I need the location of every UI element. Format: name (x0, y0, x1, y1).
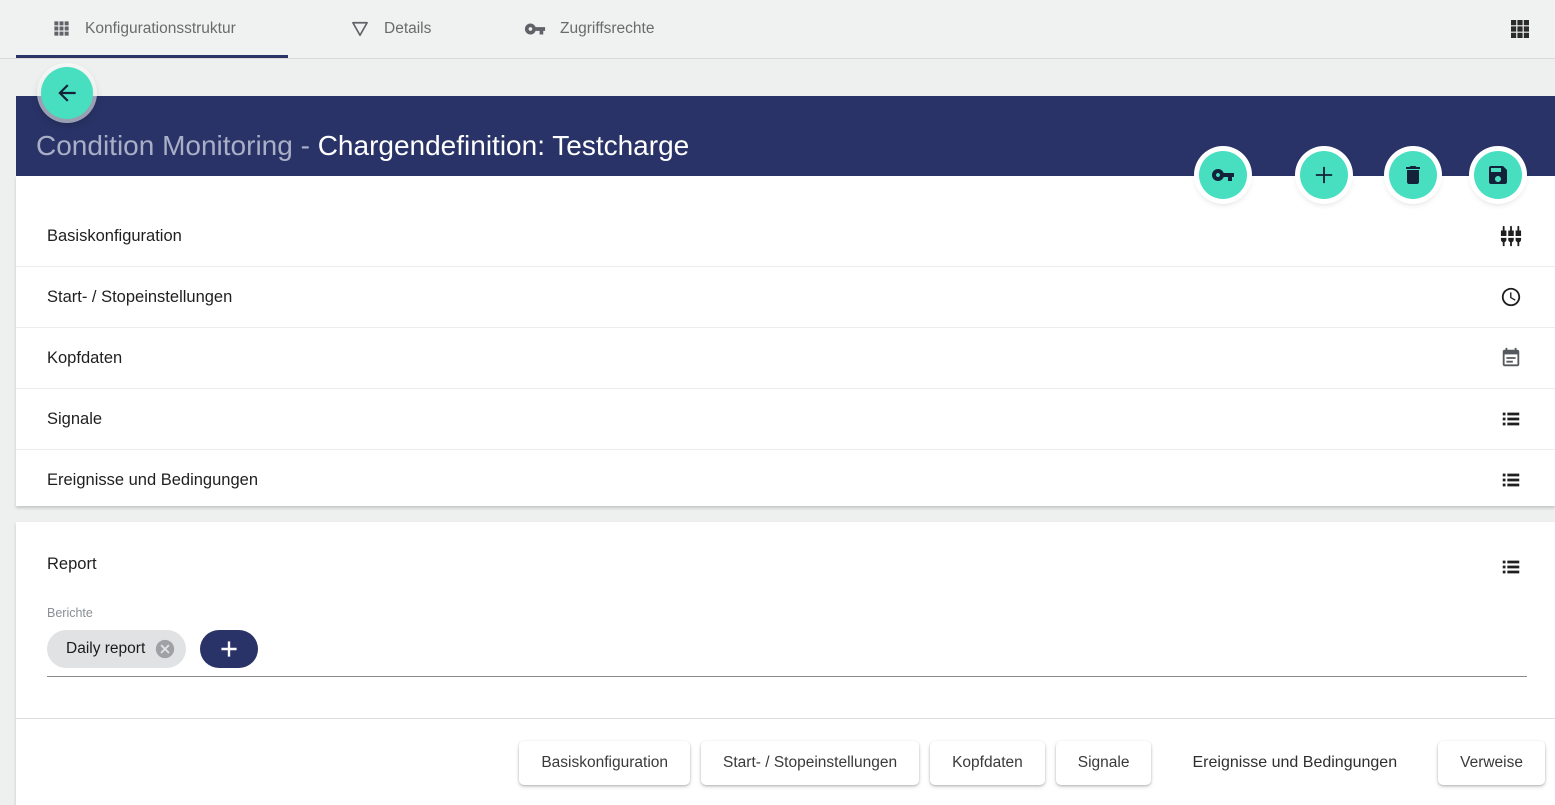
permissions-button[interactable] (1199, 151, 1247, 199)
report-chip-row: Daily report (47, 630, 258, 668)
report-header-row[interactable]: Report (16, 522, 1555, 592)
tab-konfigurationsstruktur[interactable]: Konfigurationsstruktur (52, 0, 236, 57)
add-button[interactable] (1300, 151, 1348, 199)
active-tab-indicator (16, 55, 288, 58)
list-item-basiskonfiguration[interactable]: Basiskonfiguration (16, 206, 1555, 267)
footer-button-kopfdaten[interactable]: Kopfdaten (930, 741, 1045, 785)
page-title-prefix: Condition Monitoring - (36, 130, 318, 161)
footer-button-start-stopeinstellungen[interactable]: Start- / Stopeinstellungen (701, 741, 919, 785)
list-item-ereignisse-und-bedingungen[interactable]: Ereignisse und Bedingungen (16, 450, 1555, 510)
save-icon (1486, 163, 1510, 187)
list-icon (1500, 408, 1522, 430)
grid-icon (52, 19, 71, 38)
back-button[interactable] (41, 67, 93, 119)
page-title: Condition Monitoring - Chargendefinition… (36, 130, 689, 162)
key-icon (524, 18, 546, 40)
footer-buttons: Basiskonfiguration Start- / Stopeinstell… (519, 741, 1545, 785)
add-report-button[interactable] (200, 630, 258, 668)
plus-icon (1310, 161, 1338, 189)
list-item-label: Signale (47, 410, 102, 429)
berichte-field-underline (47, 676, 1527, 677)
list-item-signale[interactable]: Signale (16, 389, 1555, 450)
footer-button-verweise[interactable]: Verweise (1438, 741, 1545, 785)
delete-button[interactable] (1389, 151, 1437, 199)
configuration-list: Basiskonfiguration Start- / Stopeinstell… (16, 206, 1555, 510)
footer-button-ereignisse-und-bedingungen[interactable]: Ereignisse und Bedingungen (1162, 741, 1427, 785)
list-item-start-stopeinstellungen[interactable]: Start- / Stopeinstellungen (16, 267, 1555, 328)
footer-button-basiskonfiguration[interactable]: Basiskonfiguration (519, 741, 690, 785)
filter-icon (350, 19, 370, 39)
tab-zugriffsrechte[interactable]: Zugriffsrechte (524, 0, 654, 57)
report-card: Report Berichte Daily report B (16, 522, 1555, 805)
berichte-field-label: Berichte (47, 606, 93, 620)
clock-icon (1500, 286, 1522, 308)
list-icon (1500, 556, 1522, 578)
report-title: Report (47, 555, 97, 574)
apps-grid-icon[interactable] (1508, 17, 1532, 41)
list-item-label: Basiskonfiguration (47, 227, 182, 246)
app-window: Konfigurationsstruktur Details Zugriffsr… (0, 0, 1555, 805)
calendar-note-icon (1500, 347, 1522, 369)
report-chip-daily-report[interactable]: Daily report (47, 630, 186, 668)
cancel-icon[interactable] (154, 638, 176, 660)
sliders-icon (1500, 225, 1522, 247)
list-item-label: Start- / Stopeinstellungen (47, 288, 232, 307)
tab-label: Zugriffsrechte (560, 20, 654, 38)
tab-label: Konfigurationsstruktur (85, 20, 236, 38)
chip-label: Daily report (66, 640, 145, 658)
footer-bar: Basiskonfiguration Start- / Stopeinstell… (16, 718, 1555, 805)
footer-button-signale[interactable]: Signale (1056, 741, 1152, 785)
plus-icon (216, 636, 242, 662)
arrow-left-icon (54, 80, 80, 106)
list-item-kopfdaten[interactable]: Kopfdaten (16, 328, 1555, 389)
tab-label: Details (384, 20, 431, 38)
list-item-label: Ereignisse und Bedingungen (47, 471, 258, 490)
list-item-label: Kopfdaten (47, 349, 122, 368)
top-tab-bar: Konfigurationsstruktur Details Zugriffsr… (0, 0, 1555, 59)
page-title-main: Chargendefinition: Testcharge (318, 130, 690, 161)
trash-icon (1401, 163, 1425, 187)
save-button[interactable] (1474, 151, 1522, 199)
configuration-card: Basiskonfiguration Start- / Stopeinstell… (16, 176, 1555, 506)
tab-details[interactable]: Details (350, 0, 431, 57)
key-icon (1211, 163, 1235, 187)
list-icon (1500, 469, 1522, 491)
